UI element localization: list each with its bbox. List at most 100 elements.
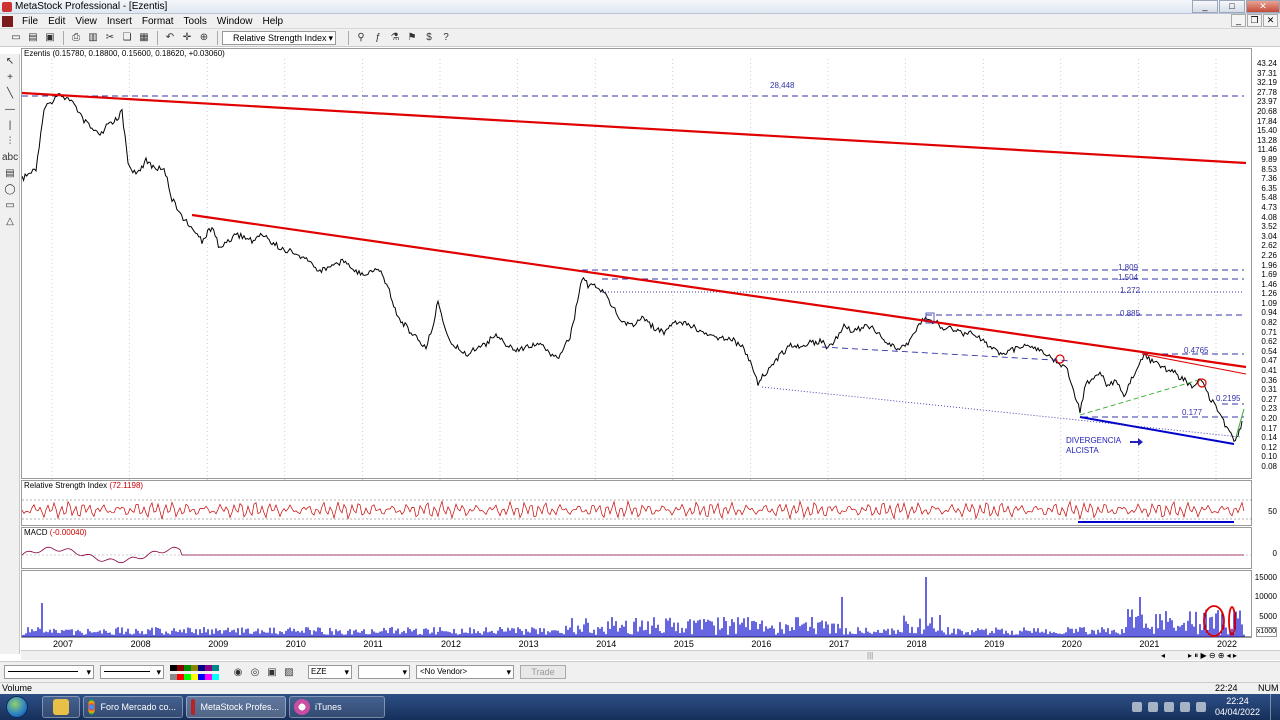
metastock-window: MetaStock Professional - [Ezentis] _ □ ✕… (0, 0, 1280, 720)
price-pane[interactable]: Ezentis (0.15780, 0.18800, 0.15600, 0.18… (21, 48, 1252, 480)
copy-icon[interactable]: ❏ (119, 30, 135, 45)
menu-insert[interactable]: Insert (102, 16, 137, 27)
print-preview-icon[interactable]: ▥ (85, 30, 101, 45)
trendline-icon[interactable]: ╲ (2, 87, 18, 102)
x-axis-year-label: 2021 (1139, 639, 1160, 649)
fill-icon[interactable]: ▤ (2, 167, 18, 182)
paste-icon[interactable]: ▦ (136, 30, 152, 45)
minimize-button[interactable]: _ (1192, 0, 1218, 13)
clock[interactable]: 22:24 04/04/2022 (1215, 696, 1260, 718)
x-axis-year-label: 2019 (984, 639, 1005, 649)
menu-file[interactable]: File (17, 16, 43, 27)
price-y-label: 4.73 (1261, 202, 1277, 212)
horizontal-line-icon[interactable]: — (2, 103, 18, 118)
vendor-select[interactable]: <No Vendor> (416, 665, 514, 679)
new-icon[interactable]: ▭ (8, 30, 24, 45)
doc-minimize-button[interactable]: _ (1231, 14, 1246, 27)
cut-icon[interactable]: ✂ (102, 30, 118, 45)
menu-tools[interactable]: Tools (179, 16, 212, 27)
vertical-line-icon[interactable]: | (2, 119, 18, 134)
print-icon[interactable]: ⎙ (68, 30, 84, 45)
ellipse-icon[interactable]: ◯ (2, 183, 18, 198)
task-itunes-label: iTunes (315, 702, 342, 712)
period-select[interactable] (358, 665, 410, 679)
tray-volume-icon[interactable] (1179, 702, 1190, 712)
x-axis-year-label: 2009 (208, 639, 229, 649)
help-icon[interactable]: ? (438, 30, 454, 45)
chrome-color-icon[interactable]: ◎ (247, 665, 263, 680)
dollar-icon[interactable]: $ (421, 30, 437, 45)
symbol-field[interactable]: EZE (308, 665, 352, 679)
task-chrome[interactable]: Foro Mercado co... (83, 696, 183, 718)
price-series (22, 93, 1243, 443)
folder-icon (53, 699, 69, 715)
snapshot-icon[interactable]: ▣ (264, 665, 280, 680)
document-icon[interactable] (2, 15, 13, 27)
menu-help[interactable]: Help (257, 16, 288, 27)
level-0885-label: 0.885 (1120, 309, 1141, 318)
color-icon[interactable]: ◉ (230, 665, 246, 680)
vol-multiplier: x1000 (1255, 627, 1277, 637)
show-desktop-button[interactable] (1270, 694, 1280, 720)
crosshair-icon[interactable]: + (2, 71, 18, 86)
x-axis-year-label: 2020 (1061, 639, 1082, 649)
price-y-label: 7.36 (1261, 174, 1277, 184)
zoom-icon[interactable]: ⊕ (196, 30, 212, 45)
volume-pane[interactable] (21, 570, 1252, 637)
start-button[interactable] (0, 694, 34, 720)
undo-icon[interactable]: ↶ (162, 30, 178, 45)
tray-power-icon[interactable] (1195, 702, 1206, 712)
close-button[interactable]: ✕ (1246, 0, 1280, 13)
system-tester-icon[interactable]: ⚗ (387, 30, 403, 45)
trade-button[interactable]: Trade (520, 665, 566, 679)
explorer-icon[interactable]: ⚲ (353, 30, 369, 45)
tray-arrow-icon[interactable] (1131, 702, 1142, 712)
line-width-select[interactable] (100, 665, 164, 679)
doc-close-button[interactable]: ✕ (1263, 14, 1278, 27)
menu-window[interactable]: Window (212, 16, 258, 27)
horizontal-scrollbar[interactable]: ◂ ▸ ⏸ ▶ ⊖ ⊕ ◂ ▸ ||| (21, 650, 1280, 660)
rsi-y-axis: 50 (1252, 480, 1280, 526)
menu-edit[interactable]: Edit (43, 16, 70, 27)
expert-advisor-icon[interactable]: ⚑ (404, 30, 420, 45)
scroll-nav-icons[interactable]: ▸ ⏸ ▶ ⊖ ⊕ ◂ ▸ (1188, 651, 1237, 661)
scroll-left-icon[interactable]: ◂ (1161, 651, 1165, 660)
text-icon[interactable]: abc (2, 151, 18, 166)
level-1272-label: 1.272 (1120, 286, 1141, 295)
maximize-button[interactable]: □ (1219, 0, 1245, 13)
indicator-select[interactable]: Relative Strength Index (222, 30, 336, 45)
menu-view[interactable]: View (70, 16, 102, 27)
triangle-icon[interactable]: △ (2, 215, 18, 230)
price-y-label: 0.94 (1261, 308, 1277, 318)
tray-flag-icon[interactable] (1147, 702, 1158, 712)
image-icon[interactable]: ▨ (281, 665, 297, 680)
task-metastock[interactable]: MetaStock Profes... (186, 696, 286, 718)
drawing-toolbar: ↖ + ╲ — | ⫶ abc ▤ ◯ ▭ △ (0, 54, 20, 654)
tray-network-icon[interactable] (1163, 702, 1174, 712)
price-y-label: 1.69 (1261, 270, 1277, 280)
crosshair-icon[interactable]: ✛ (179, 30, 195, 45)
long-term-resistance-trendline (22, 91, 1247, 165)
scroll-thumb-grip-icon[interactable]: ||| (867, 651, 873, 660)
open-icon[interactable]: ▤ (25, 30, 41, 45)
rsi-pane[interactable]: Relative Strength Index (72.1198) (21, 480, 1253, 526)
line-style-select[interactable] (4, 665, 94, 679)
save-icon[interactable]: ▣ (42, 30, 58, 45)
mid-term-resistance-trendline (191, 213, 1247, 369)
indicator-builder-icon[interactable]: ƒ (370, 30, 386, 45)
macd-pane[interactable]: MACD (-0.00040) (21, 527, 1253, 569)
menu-format[interactable]: Format (137, 16, 179, 27)
price-y-label: 1.46 (1261, 279, 1277, 289)
clock-time: 22:24 (1226, 696, 1249, 706)
green-rebound-line (1235, 408, 1245, 438)
doc-restore-button[interactable]: ❐ (1247, 14, 1262, 27)
x-axis-year-label: 2018 (906, 639, 927, 649)
fibonacci-icon[interactable]: ⫶ (2, 135, 18, 150)
explorer-pinned[interactable] (42, 696, 80, 718)
pointer-icon[interactable]: ↖ (2, 55, 18, 70)
task-metastock-label: MetaStock Profes... (200, 702, 279, 712)
color-palette[interactable] (170, 665, 222, 680)
price-y-label: 8.53 (1261, 164, 1277, 174)
task-itunes[interactable]: iTunes (289, 696, 385, 718)
rectangle-icon[interactable]: ▭ (2, 199, 18, 214)
